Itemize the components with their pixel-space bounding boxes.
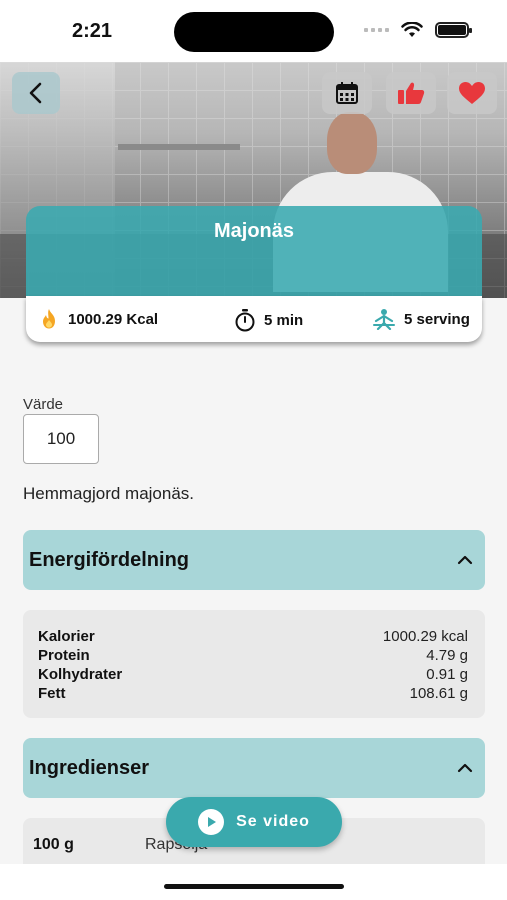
servings-stat: 5 serving xyxy=(372,308,470,330)
nutrition-row-calories: Kalorier 1000.29 kcal xyxy=(38,628,468,645)
bottom-bar xyxy=(0,864,507,900)
value-input[interactable] xyxy=(23,414,99,464)
nutrition-row-carbs: Kolhydrater 0.91 g xyxy=(38,666,468,683)
recipe-title-card: Majonäs xyxy=(26,206,482,296)
status-icons xyxy=(364,22,472,38)
servings-value: 5 serving xyxy=(404,310,470,328)
chevron-up-icon xyxy=(457,555,473,565)
nutrition-row-fat: Fett 108.61 g xyxy=(38,685,468,702)
energy-section-title: Energifördelning xyxy=(29,548,189,571)
calories-value: 1000.29 Kcal xyxy=(68,310,159,328)
flame-icon xyxy=(43,309,55,329)
dynamic-island xyxy=(174,12,334,52)
serving-icon xyxy=(373,309,395,330)
favorite-button[interactable] xyxy=(447,72,497,114)
nutrition-card: Kalorier 1000.29 kcal Protein 4.79 g Kol… xyxy=(23,610,485,718)
ingredients-section-title: Ingredienser xyxy=(29,756,150,779)
energy-section-header[interactable]: Energifördelning xyxy=(23,530,485,590)
calories-stat: 1000.29 Kcal xyxy=(38,308,158,330)
ingredients-section-header[interactable]: Ingredienser xyxy=(23,738,485,798)
signal-icon xyxy=(364,28,389,32)
recipe-title: Majonäs xyxy=(213,220,295,242)
time-value: 5 min xyxy=(264,311,304,329)
chevron-up-icon xyxy=(457,763,473,773)
heart-icon xyxy=(459,82,485,104)
home-indicator[interactable] xyxy=(164,884,344,889)
chevron-left-icon xyxy=(29,82,42,104)
watch-video-button[interactable]: Se video xyxy=(166,797,342,847)
nutrition-row-protein: Protein 4.79 g xyxy=(38,647,468,664)
play-icon xyxy=(198,809,225,835)
ingredient-amount: 100 g xyxy=(33,836,74,853)
status-time: 2:21 xyxy=(72,20,113,42)
calendar-button[interactable] xyxy=(322,72,372,114)
thumbs-up-icon xyxy=(398,82,425,104)
value-label: Värde xyxy=(23,396,64,413)
watch-video-label: Se video xyxy=(236,813,310,830)
wifi-icon xyxy=(401,22,423,37)
back-button[interactable] xyxy=(12,72,60,114)
status-bar: 2:21 xyxy=(0,0,507,62)
like-button[interactable] xyxy=(386,72,436,114)
time-stat: 5 min xyxy=(234,308,303,332)
recipe-stats-card: 1000.29 Kcal 5 min 5 serving xyxy=(26,296,482,342)
battery-icon xyxy=(435,22,472,38)
calendar-icon xyxy=(336,82,358,104)
recipe-description: Hemmagjord majonäs. xyxy=(23,484,195,503)
timer-icon xyxy=(235,309,255,332)
